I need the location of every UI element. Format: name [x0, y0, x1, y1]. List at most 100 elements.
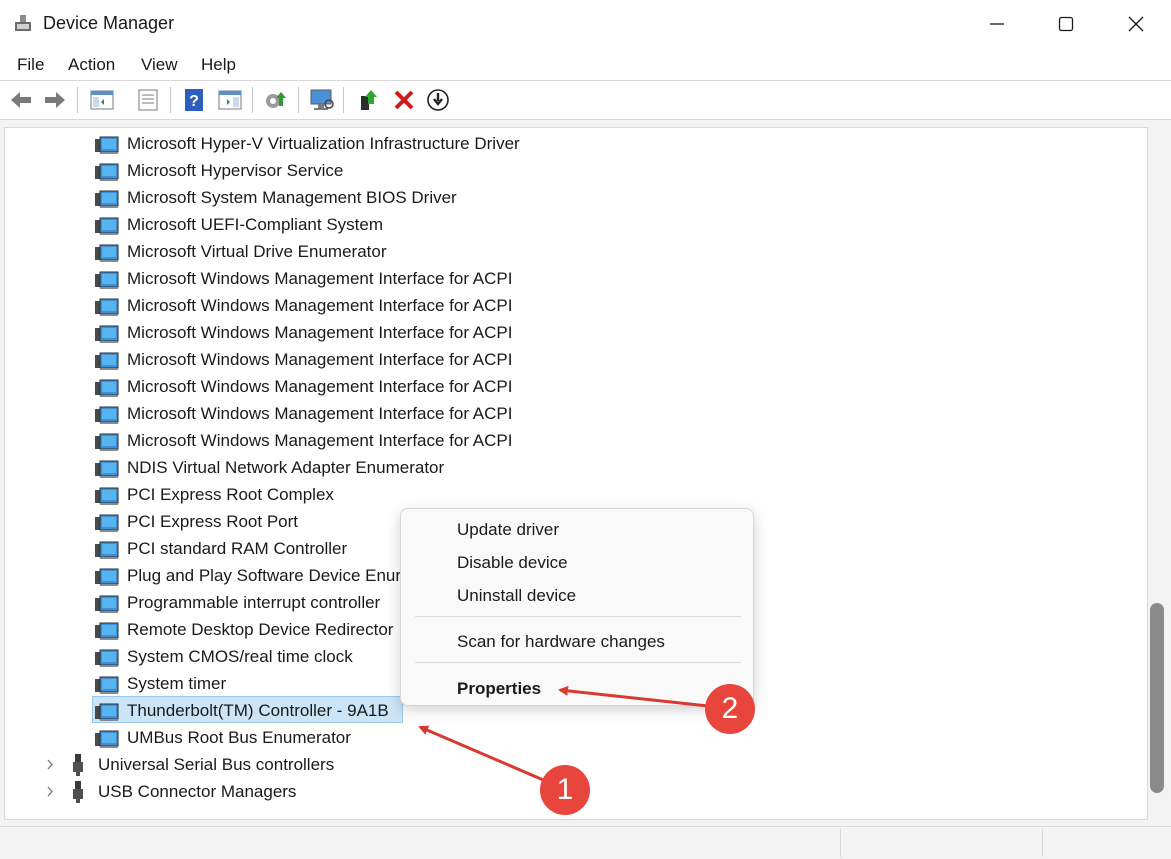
device-row[interactable]: Microsoft Hyper-V Virtualization Infrast… [5, 130, 1105, 157]
maximize-button[interactable] [1031, 0, 1101, 48]
device-icon [95, 135, 119, 154]
device-icon [95, 189, 119, 208]
device-row[interactable]: Microsoft Windows Management Interface f… [5, 427, 1105, 454]
scan-hardware-icon [310, 89, 334, 110]
device-label: Plug and Play Software Device Enur [127, 566, 402, 585]
device-row[interactable]: Microsoft UEFI-Compliant System [5, 211, 1105, 238]
back-button[interactable] [8, 87, 34, 113]
device-label: Microsoft Windows Management Interface f… [127, 350, 513, 369]
scrollbar-thumb[interactable] [1150, 603, 1164, 793]
device-icon [95, 540, 119, 559]
toolbar: ? [0, 80, 1171, 120]
context-separator [415, 616, 741, 617]
device-label: Microsoft Windows Management Interface f… [127, 377, 513, 396]
device-label: Thunderbolt(TM) Controller - 9A1B [127, 701, 389, 720]
title-bar: Device Manager [0, 0, 1171, 48]
usb-icon [71, 781, 95, 803]
device-label: Microsoft Windows Management Interface f… [127, 431, 513, 450]
annotation-badge-1: 1 [540, 765, 590, 815]
device-label: Microsoft System Management BIOS Driver [127, 188, 457, 207]
menu-help[interactable]: Help [201, 55, 236, 75]
disable-device-button[interactable] [425, 87, 451, 113]
help-button[interactable]: ? [181, 87, 207, 113]
properties-sheet-button[interactable] [135, 87, 161, 113]
device-icon [95, 702, 119, 721]
device-label: Microsoft Virtual Drive Enumerator [127, 242, 387, 261]
context-menu: Update driver Disable device Uninstall d… [400, 508, 754, 706]
device-row[interactable]: Microsoft Windows Management Interface f… [5, 292, 1105, 319]
device-row[interactable]: PCI Express Root Complex [5, 481, 1105, 508]
show-hide-console-tree-button[interactable] [89, 87, 115, 113]
context-update-driver[interactable]: Update driver [457, 520, 559, 540]
device-row[interactable]: Microsoft System Management BIOS Driver [5, 184, 1105, 211]
action-pane-button[interactable] [217, 87, 243, 113]
update-driver-icon [266, 92, 286, 108]
forward-button[interactable] [42, 87, 68, 113]
context-properties[interactable]: Properties [457, 679, 541, 699]
device-icon [95, 513, 119, 532]
close-button[interactable] [1101, 0, 1171, 48]
device-label: Microsoft Windows Management Interface f… [127, 404, 513, 423]
device-icon [95, 378, 119, 397]
show-hide-console-tree-icon [90, 90, 114, 110]
device-label: Microsoft Hypervisor Service [127, 161, 344, 180]
enable-device-icon [361, 90, 377, 110]
device-label: UMBus Root Bus Enumerator [127, 728, 351, 747]
device-icon [95, 324, 119, 343]
annotation-badge-2: 2 [705, 684, 755, 734]
device-label: PCI Express Root Complex [127, 485, 334, 504]
uninstall-device-icon [394, 90, 414, 110]
expand-chevron-icon[interactable] [45, 778, 57, 805]
close-icon [1128, 16, 1144, 32]
scan-hardware-changes-button[interactable] [309, 87, 335, 113]
context-separator [415, 662, 741, 663]
disable-device-icon [427, 89, 449, 111]
menu-file[interactable]: File [17, 55, 44, 75]
uninstall-device-button[interactable] [391, 87, 417, 113]
update-driver-button[interactable] [263, 87, 289, 113]
device-label: System timer [127, 674, 227, 693]
usb-icon [71, 754, 95, 776]
back-icon [11, 92, 31, 108]
device-icon [95, 567, 119, 586]
device-label: Microsoft Windows Management Interface f… [127, 269, 513, 288]
device-icon [95, 243, 119, 262]
device-row[interactable]: Microsoft Windows Management Interface f… [5, 265, 1105, 292]
window-title: Device Manager [43, 13, 175, 33]
device-icon [95, 216, 119, 235]
maximize-icon [1058, 16, 1074, 32]
context-scan-hardware-changes[interactable]: Scan for hardware changes [457, 632, 665, 652]
device-label: PCI Express Root Port [127, 512, 299, 531]
device-icon [95, 648, 119, 667]
category-label: USB Connector Managers [98, 782, 297, 801]
context-disable-device[interactable]: Disable device [457, 553, 568, 573]
device-icon [95, 270, 119, 289]
device-row[interactable]: UMBus Root Bus Enumerator [5, 724, 1105, 751]
enable-device-button[interactable] [357, 87, 383, 113]
device-row[interactable]: Microsoft Windows Management Interface f… [5, 400, 1105, 427]
device-label: Microsoft UEFI-Compliant System [127, 215, 383, 234]
category-label: Universal Serial Bus controllers [98, 755, 335, 774]
device-icon [95, 675, 119, 694]
device-row[interactable]: Microsoft Hypervisor Service [5, 157, 1105, 184]
device-label: System CMOS/real time clock [127, 647, 353, 666]
device-row[interactable]: NDIS Virtual Network Adapter Enumerator [5, 454, 1105, 481]
help-icon: ? [185, 89, 203, 111]
device-tree[interactable]: Microsoft Hyper-V Virtualization Infrast… [4, 127, 1148, 820]
menu-action[interactable]: Action [68, 55, 115, 75]
context-uninstall-device[interactable]: Uninstall device [457, 586, 576, 606]
properties-sheet-icon [138, 89, 158, 111]
device-icon [95, 594, 119, 613]
device-row[interactable]: Microsoft Windows Management Interface f… [5, 346, 1105, 373]
menu-view[interactable]: View [141, 55, 178, 75]
device-label: Programmable interrupt controller [127, 593, 381, 612]
device-row[interactable]: Microsoft Windows Management Interface f… [5, 319, 1105, 346]
device-icon [95, 351, 119, 370]
device-row[interactable]: Microsoft Virtual Drive Enumerator [5, 238, 1105, 265]
expand-chevron-icon[interactable] [45, 751, 57, 778]
minimize-button[interactable] [962, 0, 1032, 48]
device-row[interactable]: Microsoft Windows Management Interface f… [5, 373, 1105, 400]
device-icon [95, 297, 119, 316]
device-icon [95, 621, 119, 640]
minimize-icon [990, 23, 1004, 25]
